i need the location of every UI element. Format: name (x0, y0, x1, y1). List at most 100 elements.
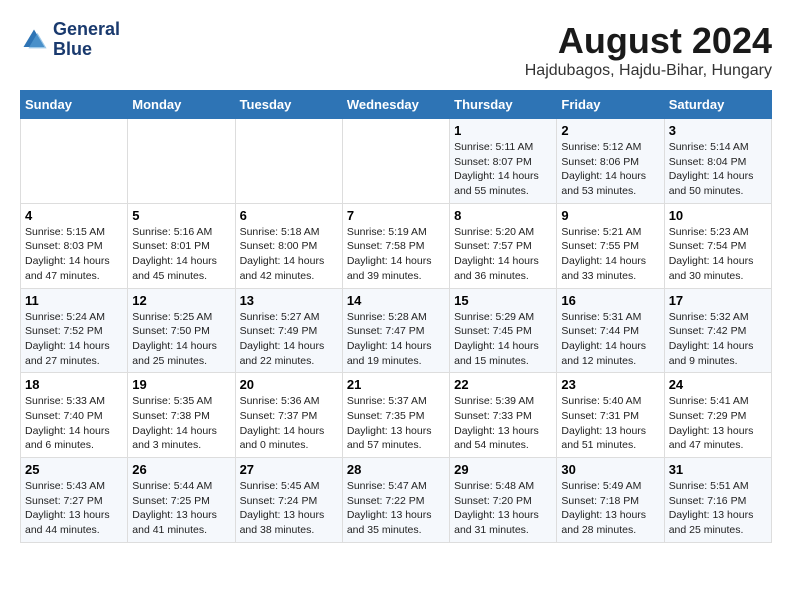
calendar-cell: 29Sunrise: 5:48 AM Sunset: 7:20 PM Dayli… (450, 458, 557, 543)
day-number: 25 (25, 462, 123, 477)
cell-text: Sunrise: 5:35 AM Sunset: 7:38 PM Dayligh… (132, 394, 230, 453)
logo-line2: Blue (53, 40, 120, 60)
day-number: 21 (347, 377, 445, 392)
day-number: 13 (240, 293, 338, 308)
header: General Blue August 2024 Hajdubagos, Haj… (20, 20, 772, 80)
calendar-cell: 4Sunrise: 5:15 AM Sunset: 8:03 PM Daylig… (21, 203, 128, 288)
calendar-cell (235, 119, 342, 204)
logo-icon (20, 26, 48, 54)
cell-text: Sunrise: 5:14 AM Sunset: 8:04 PM Dayligh… (669, 140, 767, 199)
calendar-cell: 20Sunrise: 5:36 AM Sunset: 7:37 PM Dayli… (235, 373, 342, 458)
cell-text: Sunrise: 5:32 AM Sunset: 7:42 PM Dayligh… (669, 310, 767, 369)
cell-text: Sunrise: 5:25 AM Sunset: 7:50 PM Dayligh… (132, 310, 230, 369)
cell-text: Sunrise: 5:24 AM Sunset: 7:52 PM Dayligh… (25, 310, 123, 369)
weekday-header: Wednesday (342, 91, 449, 119)
cell-text: Sunrise: 5:18 AM Sunset: 8:00 PM Dayligh… (240, 225, 338, 284)
location: Hajdubagos, Hajdu-Bihar, Hungary (525, 62, 772, 80)
cell-text: Sunrise: 5:19 AM Sunset: 7:58 PM Dayligh… (347, 225, 445, 284)
day-number: 11 (25, 293, 123, 308)
calendar-cell (342, 119, 449, 204)
calendar-cell: 22Sunrise: 5:39 AM Sunset: 7:33 PM Dayli… (450, 373, 557, 458)
day-number: 3 (669, 123, 767, 138)
day-number: 14 (347, 293, 445, 308)
logo-text: General Blue (53, 20, 120, 60)
calendar-cell: 28 Sunrise: 5:47 AM Sunset: 7:22 PM Dayli… (342, 458, 449, 543)
calendar-cell: 8 Sunrise: 5:20 AM Sunset: 7:57 PM Daylig… (450, 203, 557, 288)
day-number: 9 (561, 208, 659, 223)
day-number: 15 (454, 293, 552, 308)
calendar-cell: 11 Sunrise: 5:24 AM Sunset: 7:52 PM Dayli… (21, 288, 128, 373)
day-number: 29 (454, 462, 552, 477)
cell-text: Sunrise: 5:23 AM Sunset: 7:54 PM Dayligh… (669, 225, 767, 284)
cell-text: Sunrise: 5:47 AM Sunset: 7:22 PM Dayligh… (347, 479, 445, 538)
calendar-week-row: 1Sunrise: 5:11 AM Sunset: 8:07 PM Daylig… (21, 119, 772, 204)
cell-text: Sunrise: 5:20 AM Sunset: 7:57 PM Dayligh… (454, 225, 552, 284)
month-year: August 2024 (525, 20, 772, 62)
calendar-week-row: 25Sunrise: 5:43 AM Sunset: 7:27 PM Dayli… (21, 458, 772, 543)
day-number: 26 (132, 462, 230, 477)
cell-text: Sunrise: 5:31 AM Sunset: 7:44 PM Dayligh… (561, 310, 659, 369)
cell-text: Sunrise: 5:28 AM Sunset: 7:47 PM Dayligh… (347, 310, 445, 369)
cell-text: Sunrise: 5:29 AM Sunset: 7:45 PM Dayligh… (454, 310, 552, 369)
day-number: 30 (561, 462, 659, 477)
cell-text: Sunrise: 5:41 AM Sunset: 7:29 PM Dayligh… (669, 394, 767, 453)
calendar-cell: 21 Sunrise: 5:37 AM Sunset: 7:35 PM Dayli… (342, 373, 449, 458)
calendar-cell: 25Sunrise: 5:43 AM Sunset: 7:27 PM Dayli… (21, 458, 128, 543)
calendar-cell (21, 119, 128, 204)
calendar-cell: 17 Sunrise: 5:32 AM Sunset: 7:42 PM Dayli… (664, 288, 771, 373)
logo-line1: General (53, 20, 120, 40)
day-number: 19 (132, 377, 230, 392)
day-number: 5 (132, 208, 230, 223)
day-number: 17 (669, 293, 767, 308)
calendar-cell: 30 Sunrise: 5:49 AM Sunset: 7:18 PM Dayli… (557, 458, 664, 543)
cell-text: Sunrise: 5:44 AM Sunset: 7:25 PM Dayligh… (132, 479, 230, 538)
day-number: 24 (669, 377, 767, 392)
cell-text: Sunrise: 5:12 AM Sunset: 8:06 PM Dayligh… (561, 140, 659, 199)
calendar-week-row: 18Sunrise: 5:33 AM Sunset: 7:40 PM Dayli… (21, 373, 772, 458)
day-number: 16 (561, 293, 659, 308)
calendar-cell: 1Sunrise: 5:11 AM Sunset: 8:07 PM Daylig… (450, 119, 557, 204)
cell-text: Sunrise: 5:45 AM Sunset: 7:24 PM Dayligh… (240, 479, 338, 538)
weekday-header: Saturday (664, 91, 771, 119)
day-number: 27 (240, 462, 338, 477)
weekday-header: Sunday (21, 91, 128, 119)
day-number: 6 (240, 208, 338, 223)
cell-text: Sunrise: 5:37 AM Sunset: 7:35 PM Dayligh… (347, 394, 445, 453)
day-number: 1 (454, 123, 552, 138)
calendar-cell (128, 119, 235, 204)
day-number: 22 (454, 377, 552, 392)
cell-text: Sunrise: 5:15 AM Sunset: 8:03 PM Dayligh… (25, 225, 123, 284)
calendar-cell: 5Sunrise: 5:16 AM Sunset: 8:01 PM Daylig… (128, 203, 235, 288)
weekday-header-row: SundayMondayTuesdayWednesdayThursdayFrid… (21, 91, 772, 119)
calendar-cell: 15 Sunrise: 5:29 AM Sunset: 7:45 PM Dayli… (450, 288, 557, 373)
cell-text: Sunrise: 5:49 AM Sunset: 7:18 PM Dayligh… (561, 479, 659, 538)
calendar-cell: 16 Sunrise: 5:31 AM Sunset: 7:44 PM Dayli… (557, 288, 664, 373)
calendar-cell: 6 Sunrise: 5:18 AM Sunset: 8:00 PM Daylig… (235, 203, 342, 288)
calendar-week-row: 11 Sunrise: 5:24 AM Sunset: 7:52 PM Dayli… (21, 288, 772, 373)
day-number: 12 (132, 293, 230, 308)
calendar-cell: 19 Sunrise: 5:35 AM Sunset: 7:38 PM Dayli… (128, 373, 235, 458)
calendar-cell: 12 Sunrise: 5:25 AM Sunset: 7:50 PM Dayli… (128, 288, 235, 373)
calendar-cell: 14 Sunrise: 5:28 AM Sunset: 7:47 PM Dayli… (342, 288, 449, 373)
calendar-week-row: 4Sunrise: 5:15 AM Sunset: 8:03 PM Daylig… (21, 203, 772, 288)
calendar-cell: 7Sunrise: 5:19 AM Sunset: 7:58 PM Daylig… (342, 203, 449, 288)
day-number: 31 (669, 462, 767, 477)
calendar-cell: 23Sunrise: 5:40 AM Sunset: 7:31 PM Dayli… (557, 373, 664, 458)
day-number: 8 (454, 208, 552, 223)
calendar-cell: 9Sunrise: 5:21 AM Sunset: 7:55 PM Daylig… (557, 203, 664, 288)
weekday-header: Friday (557, 91, 664, 119)
logo: General Blue (20, 20, 120, 60)
day-number: 2 (561, 123, 659, 138)
cell-text: Sunrise: 5:36 AM Sunset: 7:37 PM Dayligh… (240, 394, 338, 453)
calendar-cell: 27 Sunrise: 5:45 AM Sunset: 7:24 PM Dayli… (235, 458, 342, 543)
day-number: 23 (561, 377, 659, 392)
cell-text: Sunrise: 5:33 AM Sunset: 7:40 PM Dayligh… (25, 394, 123, 453)
day-number: 28 (347, 462, 445, 477)
calendar-table: SundayMondayTuesdayWednesdayThursdayFrid… (20, 90, 772, 543)
cell-text: Sunrise: 5:27 AM Sunset: 7:49 PM Dayligh… (240, 310, 338, 369)
weekday-header: Thursday (450, 91, 557, 119)
calendar-cell: 31 Sunrise: 5:51 AM Sunset: 7:16 PM Dayli… (664, 458, 771, 543)
weekday-header: Tuesday (235, 91, 342, 119)
cell-text: Sunrise: 5:51 AM Sunset: 7:16 PM Dayligh… (669, 479, 767, 538)
calendar-cell: 26 Sunrise: 5:44 AM Sunset: 7:25 PM Dayli… (128, 458, 235, 543)
